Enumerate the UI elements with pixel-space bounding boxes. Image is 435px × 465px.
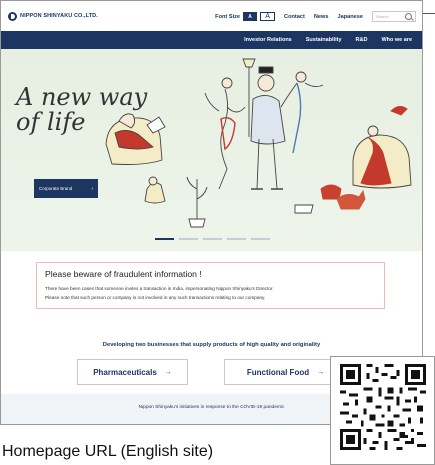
- japanese-link[interactable]: Japanese: [338, 14, 364, 20]
- utility-links: Font Size A A Contact News Japanese Sear…: [215, 11, 416, 22]
- font-size-small-button[interactable]: A: [243, 12, 258, 21]
- main-nav: Investor Relations Sustainability R&D Wh…: [1, 31, 422, 49]
- business-heading: Developing two businesses that supply pr…: [102, 342, 321, 348]
- carousel-indicators: [155, 238, 270, 240]
- corporate-brand-label: Corporate Brand: [39, 186, 73, 191]
- carousel-dot-1[interactable]: [155, 238, 174, 240]
- caption-text: Homepage URL (English site): [2, 443, 214, 460]
- font-size-large-button[interactable]: A: [260, 12, 276, 21]
- hero-banner: A new way of life Corporate Brand ›: [1, 49, 422, 251]
- functional-food-label: Functional Food: [246, 367, 310, 377]
- nav-item-investor-relations[interactable]: Investor Relations: [244, 37, 292, 43]
- nav-item-rd[interactable]: R&D: [356, 37, 368, 43]
- notice-line-1: There have been cases that someone invit…: [45, 286, 274, 291]
- company-logo[interactable]: NIPPON SHINYAKU CO.,LTD.: [8, 11, 98, 21]
- search-placeholder: Search: [376, 14, 389, 19]
- corporate-brand-button[interactable]: Corporate Brand ›: [34, 179, 98, 198]
- arrow-right-icon: ›: [91, 185, 93, 192]
- logo-icon: [8, 11, 17, 21]
- fraud-notice: Please beware of fraudulent information …: [36, 262, 385, 309]
- qr-code-image: [340, 364, 426, 450]
- search-input[interactable]: Search: [372, 11, 416, 22]
- search-icon[interactable]: [405, 13, 412, 20]
- notice-title: Please beware of fraudulent information …: [45, 269, 202, 279]
- carousel-dot-4[interactable]: [227, 238, 246, 240]
- arrow-right-icon: →: [317, 368, 325, 376]
- nav-item-who-we-are[interactable]: Who we are: [381, 37, 412, 43]
- news-link[interactable]: News: [314, 14, 329, 20]
- nav-item-sustainability[interactable]: Sustainability: [306, 37, 342, 43]
- pharmaceuticals-label: Pharmaceuticals: [93, 367, 157, 377]
- arrow-right-icon: →: [164, 368, 172, 376]
- top-bar: NIPPON SHINYAKU CO.,LTD. Font Size A A C…: [1, 1, 422, 31]
- hero-illustration: [105, 58, 412, 228]
- carousel-dot-2[interactable]: [179, 238, 198, 240]
- font-size-label: Font Size: [215, 13, 241, 20]
- font-size-control: Font Size A A: [215, 12, 276, 21]
- contact-link[interactable]: Contact: [284, 14, 305, 20]
- carousel-dot-3[interactable]: [203, 238, 222, 240]
- carousel-dot-5[interactable]: [251, 238, 270, 240]
- pharmaceuticals-button[interactable]: Pharmaceuticals →: [77, 359, 188, 385]
- functional-food-button[interactable]: Functional Food →: [224, 359, 347, 385]
- callout-line: [423, 13, 435, 14]
- notice-line-2: Please note that such person or company …: [45, 295, 266, 300]
- logo-text: NIPPON SHINYAKU CO.,LTD.: [20, 13, 98, 19]
